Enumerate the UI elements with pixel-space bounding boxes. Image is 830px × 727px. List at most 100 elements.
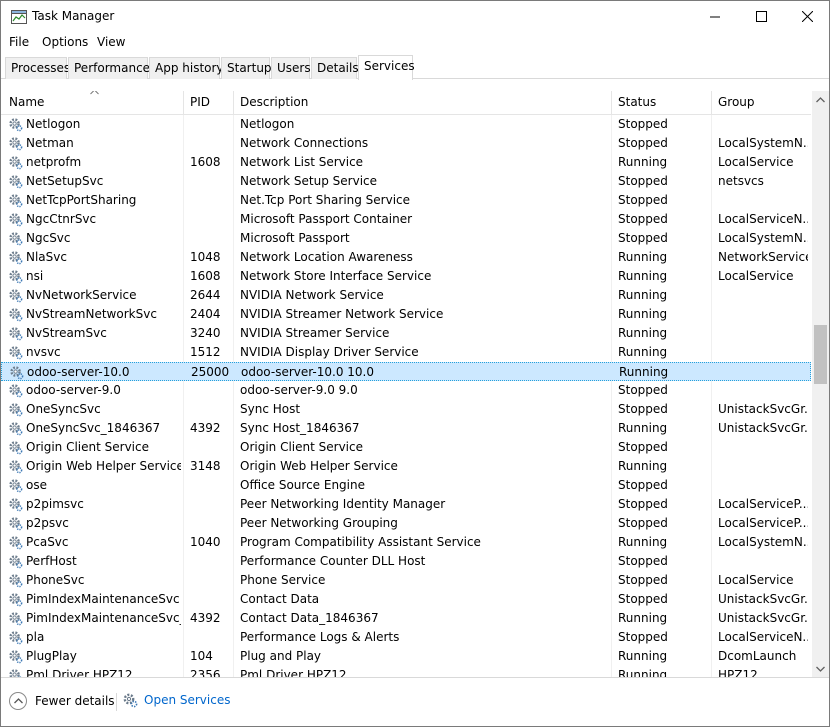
table-row[interactable]: NvNetworkService 2644 NVIDIA Network Servi…	[1, 286, 811, 305]
tab-startup[interactable]: Startup	[221, 57, 272, 79]
maximize-button[interactable]	[738, 1, 784, 32]
column-header-pid[interactable]: PID	[190, 95, 210, 109]
column-header-divider[interactable]	[711, 91, 712, 115]
service-group: LocalSystemN...	[718, 231, 808, 245]
service-pid: 104	[190, 649, 213, 663]
table-row[interactable]: PimIndexMaintenanceSvc_... 4392 Contact Da…	[1, 609, 811, 628]
service-name: NvStreamNetworkSvc	[26, 307, 157, 321]
column-header-divider[interactable]	[183, 91, 184, 115]
table-row[interactable]: p2pimsvc Peer Networking Identity Manager…	[1, 495, 811, 514]
table-row[interactable]: PimIndexMaintenanceSvc Contact Data Stoppe…	[1, 590, 811, 609]
gear-icon	[8, 649, 23, 664]
service-status: Stopped	[618, 383, 668, 397]
service-group: LocalServiceP...	[718, 497, 808, 511]
service-name: odoo-server-10.0	[27, 365, 130, 379]
menu-options[interactable]: Options	[42, 35, 88, 49]
footer-bar: Fewer details Open Services	[1, 677, 829, 726]
menu-view[interactable]: View	[97, 35, 125, 49]
gear-icon	[8, 535, 23, 550]
minimize-button[interactable]	[692, 1, 738, 32]
service-status: Stopped	[618, 573, 668, 587]
column-header-divider[interactable]	[233, 91, 234, 115]
service-description: Microsoft Passport	[240, 231, 350, 245]
service-name: NlaSvc	[26, 250, 67, 264]
table-row[interactable]: nsi 1608 Network Store Interface Service Ru…	[1, 267, 811, 286]
column-header-divider[interactable]	[611, 91, 612, 115]
close-button[interactable]	[784, 1, 830, 32]
table-row[interactable]: OneSyncSvc Sync Host Stopped UnistackSvcGr.…	[1, 400, 811, 419]
table-row[interactable]: Origin Web Helper Service 3148 Origin Web …	[1, 457, 811, 476]
table-row[interactable]: netprofm 1608 Network List Service Running L…	[1, 153, 811, 172]
service-description: Peer Networking Grouping	[240, 516, 398, 530]
service-pid: 1048	[190, 250, 221, 264]
table-row[interactable]: Netman Network Connections Stopped LocalSys…	[1, 134, 811, 153]
table-row[interactable]: odoo-server-9.0 odoo-server-9.0 9.0 Stoppe…	[1, 381, 811, 400]
service-status: Running	[618, 611, 668, 625]
service-description: Phone Service	[240, 573, 326, 587]
service-status: Running	[618, 345, 668, 359]
service-name: pla	[26, 630, 45, 644]
tab-performance[interactable]: Performance	[68, 57, 150, 79]
service-pid: 1512	[190, 345, 221, 359]
table-row[interactable]: OneSyncSvc_1846367 4392 Sync Host_1846367 R…	[1, 419, 811, 438]
column-header-group[interactable]: Group	[718, 95, 755, 109]
gear-icon	[8, 212, 23, 227]
open-services-link[interactable]: Open Services	[122, 692, 230, 708]
scroll-down-button[interactable]	[812, 660, 829, 677]
table-row[interactable]: PerfHost Performance Counter DLL Host Stop…	[1, 552, 811, 571]
service-pid: 2644	[190, 288, 221, 302]
table-row[interactable]: NlaSvc 1048 Network Location Awareness Runn…	[1, 248, 811, 267]
service-group: netsvcs	[718, 174, 764, 188]
table-row[interactable]: nvsvc 1512 NVIDIA Display Driver Service Ru…	[1, 343, 811, 362]
service-status: Stopped	[618, 554, 668, 568]
gear-icon	[8, 516, 23, 531]
column-header-status[interactable]: Status	[618, 95, 656, 109]
service-group: LocalSystemN...	[718, 136, 808, 150]
service-name: ose	[26, 478, 47, 492]
service-name: PimIndexMaintenanceSvc_...	[26, 611, 181, 625]
vertical-scrollbar[interactable]	[812, 91, 829, 677]
table-row[interactable]: pla Performance Logs & Alerts Stopped Local…	[1, 628, 811, 647]
column-header-description[interactable]: Description	[240, 95, 308, 109]
table-row[interactable]: PlugPlay 104 Plug and Play Running DcomLaunc…	[1, 647, 811, 666]
service-description: Contact Data	[240, 592, 320, 606]
service-status: Running	[618, 326, 668, 340]
tab-app-history[interactable]: App history	[149, 57, 224, 79]
gear-icon	[8, 630, 23, 645]
gear-icon	[8, 611, 23, 626]
table-row[interactable]: NvStreamSvc 3240 NVIDIA Streamer Service Ru…	[1, 324, 811, 343]
title-bar[interactable]: Task Manager	[1, 1, 829, 33]
tab-processes[interactable]: Processes	[5, 57, 70, 79]
menu-file[interactable]: File	[9, 35, 29, 49]
table-row[interactable]: PhoneSvc Phone Service Stopped LocalService	[1, 571, 811, 590]
gear-icon	[8, 459, 23, 474]
table-row[interactable]: Pml Driver HPZ12 2356 Pml Driver HPZ12 Runn…	[1, 666, 811, 677]
table-row[interactable]: Origin Client Service Origin Client Servi…	[1, 438, 811, 457]
scroll-up-button[interactable]	[812, 91, 829, 108]
table-row[interactable]: NgcCtnrSvc Microsoft Passport Container St…	[1, 210, 811, 229]
table-row[interactable]: Netlogon Netlogon Stopped	[1, 115, 811, 134]
tab-users[interactable]: Users	[271, 57, 311, 79]
table-row[interactable]: odoo-server-10.0 25000 odoo-server-10.0 10…	[1, 362, 811, 381]
scrollbar-thumb[interactable]	[814, 325, 827, 384]
tab-details[interactable]: Details	[311, 57, 359, 79]
table-row[interactable]: ose Office Source Engine Stopped	[1, 476, 811, 495]
window-title: Task Manager	[32, 9, 115, 23]
fewer-details-button[interactable]: Fewer details	[9, 692, 115, 710]
table-row[interactable]: p2psvc Peer Networking Grouping Stopped Loc…	[1, 514, 811, 533]
service-pid: 2404	[190, 307, 221, 321]
tab-services[interactable]: Services	[358, 55, 415, 80]
service-status: Stopped	[618, 440, 668, 454]
gear-icon	[8, 668, 23, 677]
service-name: OneSyncSvc	[26, 402, 101, 416]
table-row[interactable]: NvStreamNetworkSvc 2404 NVIDIA Streamer Ne…	[1, 305, 811, 324]
column-header-name[interactable]: Name	[9, 95, 44, 109]
table-row[interactable]: NetSetupSvc Network Setup Service Stopped n…	[1, 172, 811, 191]
service-status: Stopped	[618, 136, 668, 150]
service-status: Running	[618, 269, 668, 283]
service-pid: 1608	[190, 155, 221, 169]
service-pid: 1040	[190, 535, 221, 549]
table-row[interactable]: NetTcpPortSharing Net.Tcp Port Sharing Se…	[1, 191, 811, 210]
table-row[interactable]: PcaSvc 1040 Program Compatibility Assistan…	[1, 533, 811, 552]
table-row[interactable]: NgcSvc Microsoft Passport Stopped LocalSyst…	[1, 229, 811, 248]
